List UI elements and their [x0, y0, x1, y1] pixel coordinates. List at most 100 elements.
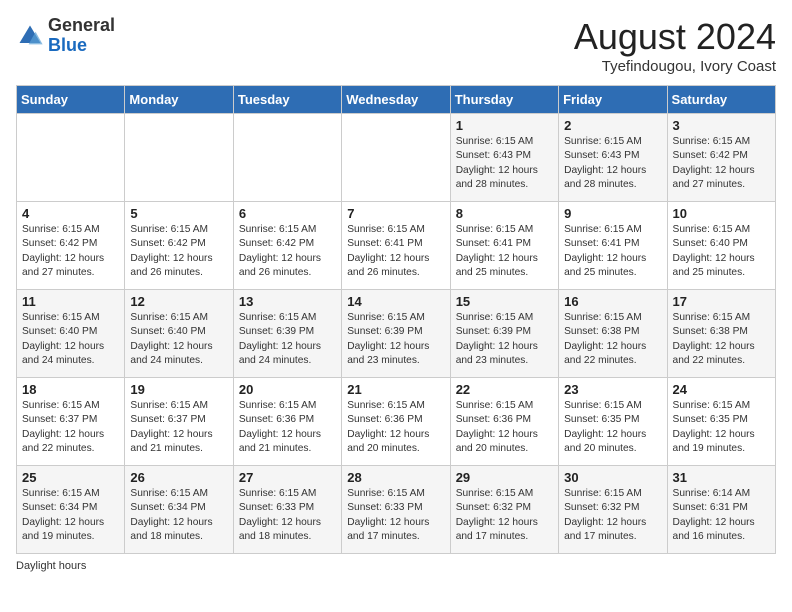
calendar-day: 31 Sunrise: 6:14 AM Sunset: 6:31 PM Dayli…: [667, 466, 775, 554]
calendar-day: [342, 114, 450, 202]
day-info: Sunrise: 6:15 AM Sunset: 6:35 PM Dayligh…: [564, 399, 661, 456]
calendar-day: [17, 114, 125, 202]
day-info: Sunrise: 6:15 AM Sunset: 6:41 PM Dayligh…: [564, 223, 661, 280]
day-info: Sunrise: 6:15 AM Sunset: 6:36 PM Dayligh…: [239, 399, 336, 456]
day-number: 12: [130, 294, 227, 309]
calendar-day: 22 Sunrise: 6:15 AM Sunset: 6:36 PM Dayli…: [450, 378, 558, 466]
calendar-day: [233, 114, 341, 202]
calendar-day: 12 Sunrise: 6:15 AM Sunset: 6:40 PM Dayli…: [125, 290, 233, 378]
calendar-day: 5 Sunrise: 6:15 AM Sunset: 6:42 PM Daylig…: [125, 202, 233, 290]
page-container: General Blue August 2024 Tyefindougou, I…: [16, 16, 776, 572]
day-info: Sunrise: 6:15 AM Sunset: 6:34 PM Dayligh…: [130, 487, 227, 544]
calendar-week-1: 1 Sunrise: 6:15 AM Sunset: 6:43 PM Daylig…: [17, 114, 776, 202]
calendar-day: 4Sunrise: 6:15 AM Sunset: 6:42 PM Daylig…: [17, 202, 125, 290]
day-info: Sunrise: 6:15 AM Sunset: 6:33 PM Dayligh…: [347, 487, 444, 544]
day-number: 27: [239, 470, 336, 485]
day-number: 11: [22, 294, 119, 309]
day-number: 3: [673, 118, 770, 133]
calendar-day: 23Sunrise: 6:15 AM Sunset: 6:35 PM Dayli…: [559, 378, 667, 466]
calendar-day: 16 Sunrise: 6:15 AM Sunset: 6:38 PM Dayli…: [559, 290, 667, 378]
day-number: 7: [347, 206, 444, 221]
calendar-week-5: 25 Sunrise: 6:15 AM Sunset: 6:34 PM Dayli…: [17, 466, 776, 554]
calendar-day: 20Sunrise: 6:15 AM Sunset: 6:36 PM Dayli…: [233, 378, 341, 466]
day-number: 19: [130, 382, 227, 397]
day-number: 1: [456, 118, 553, 133]
day-number: 31: [673, 470, 770, 485]
calendar-day: 1 Sunrise: 6:15 AM Sunset: 6:43 PM Daylig…: [450, 114, 558, 202]
day-info: Sunrise: 6:15 AM Sunset: 6:36 PM Dayligh…: [347, 399, 444, 456]
calendar-day: 17 Sunrise: 6:15 AM Sunset: 6:38 PM Dayli…: [667, 290, 775, 378]
day-info: Sunrise: 6:15 AM Sunset: 6:38 PM Dayligh…: [564, 311, 661, 368]
day-number: 2: [564, 118, 661, 133]
calendar-day: 30 Sunrise: 6:15 AM Sunset: 6:32 PM Dayli…: [559, 466, 667, 554]
calendar-week-4: 18 Sunrise: 6:15 AM Sunset: 6:37 PM Dayli…: [17, 378, 776, 466]
calendar-day: 26Sunrise: 6:15 AM Sunset: 6:34 PM Dayli…: [125, 466, 233, 554]
calendar-day: 3 Sunrise: 6:15 AM Sunset: 6:42 PM Daylig…: [667, 114, 775, 202]
calendar-day: 14Sunrise: 6:15 AM Sunset: 6:39 PM Dayli…: [342, 290, 450, 378]
day-info: Sunrise: 6:15 AM Sunset: 6:41 PM Dayligh…: [456, 223, 553, 280]
day-number: 9: [564, 206, 661, 221]
day-number: 6: [239, 206, 336, 221]
day-number: 25: [22, 470, 119, 485]
month-title: August 2024: [574, 16, 776, 58]
day-info: Sunrise: 6:15 AM Sunset: 6:37 PM Dayligh…: [22, 399, 119, 456]
logo-icon: [16, 22, 44, 50]
day-info: Sunrise: 6:15 AM Sunset: 6:38 PM Dayligh…: [673, 311, 770, 368]
day-info: Sunrise: 6:15 AM Sunset: 6:40 PM Dayligh…: [22, 311, 119, 368]
calendar-day: 19 Sunrise: 6:15 AM Sunset: 6:37 PM Dayli…: [125, 378, 233, 466]
logo-text: General Blue: [48, 16, 115, 56]
day-info: Sunrise: 6:15 AM Sunset: 6:40 PM Dayligh…: [130, 311, 227, 368]
day-number: 13: [239, 294, 336, 309]
day-header-monday: Monday: [125, 86, 233, 114]
calendar-day: 6Sunrise: 6:15 AM Sunset: 6:42 PM Daylig…: [233, 202, 341, 290]
day-number: 8: [456, 206, 553, 221]
day-number: 22: [456, 382, 553, 397]
day-number: 5: [130, 206, 227, 221]
day-header-saturday: Saturday: [667, 86, 775, 114]
calendar-day: 24Sunrise: 6:15 AM Sunset: 6:35 PM Dayli…: [667, 378, 775, 466]
calendar-day: 11 Sunrise: 6:15 AM Sunset: 6:40 PM Dayli…: [17, 290, 125, 378]
calendar-day: 2 Sunrise: 6:15 AM Sunset: 6:43 PM Daylig…: [559, 114, 667, 202]
day-number: 28: [347, 470, 444, 485]
day-number: 17: [673, 294, 770, 309]
calendar-body: 1 Sunrise: 6:15 AM Sunset: 6:43 PM Daylig…: [17, 114, 776, 554]
day-info: Sunrise: 6:14 AM Sunset: 6:31 PM Dayligh…: [673, 487, 770, 544]
calendar-day: 28 Sunrise: 6:15 AM Sunset: 6:33 PM Dayli…: [342, 466, 450, 554]
header: General Blue August 2024 Tyefindougou, I…: [16, 16, 776, 75]
header-row: SundayMondayTuesdayWednesdayThursdayFrid…: [17, 86, 776, 114]
day-info: Sunrise: 6:15 AM Sunset: 6:32 PM Dayligh…: [564, 487, 661, 544]
day-header-wednesday: Wednesday: [342, 86, 450, 114]
title-block: August 2024 Tyefindougou, Ivory Coast: [574, 16, 776, 75]
logo: General Blue: [16, 16, 115, 56]
day-number: 10: [673, 206, 770, 221]
calendar-day: 8 Sunrise: 6:15 AM Sunset: 6:41 PM Daylig…: [450, 202, 558, 290]
day-header-friday: Friday: [559, 86, 667, 114]
calendar-day: 29Sunrise: 6:15 AM Sunset: 6:32 PM Dayli…: [450, 466, 558, 554]
day-info: Sunrise: 6:15 AM Sunset: 6:43 PM Dayligh…: [456, 135, 553, 192]
location-subtitle: Tyefindougou, Ivory Coast: [574, 58, 776, 75]
calendar-day: 15Sunrise: 6:15 AM Sunset: 6:39 PM Dayli…: [450, 290, 558, 378]
calendar-header: SundayMondayTuesdayWednesdayThursdayFrid…: [17, 86, 776, 114]
daylight-label: Daylight hours: [16, 560, 86, 572]
day-number: 16: [564, 294, 661, 309]
day-number: 30: [564, 470, 661, 485]
day-info: Sunrise: 6:15 AM Sunset: 6:36 PM Dayligh…: [456, 399, 553, 456]
day-info: Sunrise: 6:15 AM Sunset: 6:33 PM Dayligh…: [239, 487, 336, 544]
day-info: Sunrise: 6:15 AM Sunset: 6:43 PM Dayligh…: [564, 135, 661, 192]
day-info: Sunrise: 6:15 AM Sunset: 6:42 PM Dayligh…: [673, 135, 770, 192]
day-info: Sunrise: 6:15 AM Sunset: 6:42 PM Dayligh…: [130, 223, 227, 280]
calendar-day: 18 Sunrise: 6:15 AM Sunset: 6:37 PM Dayli…: [17, 378, 125, 466]
day-info: Sunrise: 6:15 AM Sunset: 6:39 PM Dayligh…: [347, 311, 444, 368]
day-info: Sunrise: 6:15 AM Sunset: 6:37 PM Dayligh…: [130, 399, 227, 456]
calendar-day: [125, 114, 233, 202]
calendar-day: 27 Sunrise: 6:15 AM Sunset: 6:33 PM Dayli…: [233, 466, 341, 554]
day-info: Sunrise: 6:15 AM Sunset: 6:42 PM Dayligh…: [22, 223, 119, 280]
day-info: Sunrise: 6:15 AM Sunset: 6:39 PM Dayligh…: [456, 311, 553, 368]
day-header-thursday: Thursday: [450, 86, 558, 114]
calendar-week-3: 11 Sunrise: 6:15 AM Sunset: 6:40 PM Dayli…: [17, 290, 776, 378]
calendar-day: 9 Sunrise: 6:15 AM Sunset: 6:41 PM Daylig…: [559, 202, 667, 290]
day-info: Sunrise: 6:15 AM Sunset: 6:34 PM Dayligh…: [22, 487, 119, 544]
day-number: 29: [456, 470, 553, 485]
day-number: 18: [22, 382, 119, 397]
day-number: 24: [673, 382, 770, 397]
